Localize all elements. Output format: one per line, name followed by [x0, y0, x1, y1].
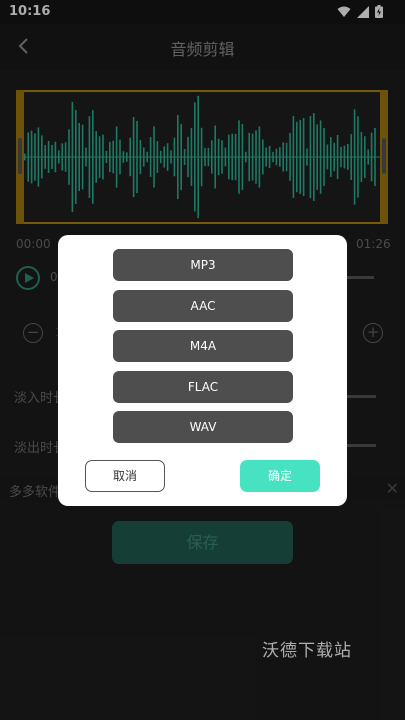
format-option-flac[interactable]: FLAC [113, 371, 293, 403]
format-dialog: MP3 AAC M4A FLAC WAV 取消 确定 [58, 235, 347, 506]
confirm-button[interactable]: 确定 [240, 460, 320, 492]
format-option-aac[interactable]: AAC [113, 290, 293, 322]
format-option-mp3[interactable]: MP3 [113, 249, 293, 281]
format-option-m4a[interactable]: M4A [113, 330, 293, 362]
cancel-button[interactable]: 取消 [85, 460, 165, 492]
format-option-wav[interactable]: WAV [113, 411, 293, 443]
